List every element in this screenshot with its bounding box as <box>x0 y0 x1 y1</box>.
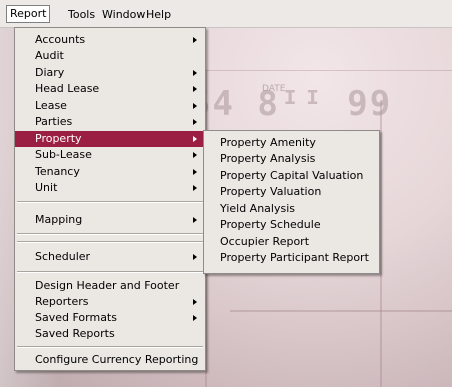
submenu-item-label: Property Amenity <box>220 136 316 149</box>
menu-item-label: Tenancy <box>35 165 80 178</box>
submenu-item-label: Property Schedule <box>220 218 321 231</box>
menu-window[interactable]: Window <box>100 7 147 23</box>
menu-report[interactable]: Report <box>6 5 51 23</box>
submenu-item-label: Property Valuation <box>220 185 322 198</box>
menu-separator <box>17 233 203 235</box>
background-digits: 54 8ᴵᴵ 99 <box>190 84 393 124</box>
background-line <box>205 70 452 71</box>
menu-item-label: Saved Formats <box>35 311 117 324</box>
menu-item-label: Lease <box>35 99 67 112</box>
menu-item-head-lease[interactable]: Head Lease <box>15 81 205 97</box>
menu-item-label: Saved Reports <box>35 327 115 340</box>
submenu-item-property-amenity[interactable]: Property Amenity <box>204 135 379 151</box>
menu-item-label: Configure Currency Reporting <box>35 353 199 366</box>
submenu-arrow-icon <box>193 86 197 92</box>
submenu-arrow-icon <box>193 136 197 142</box>
menu-item-label: Audit <box>35 49 64 62</box>
submenu-arrow-icon <box>193 103 197 109</box>
property-submenu: Property Amenity Property Analysis Prope… <box>203 130 380 274</box>
menu-separator <box>17 346 203 348</box>
menu-item-label: Diary <box>35 66 65 79</box>
submenu-arrow-icon <box>193 169 197 175</box>
menu-item-accounts[interactable]: Accounts <box>15 32 205 48</box>
menu-item-scheduler[interactable]: Scheduler <box>15 249 205 265</box>
menu-item-property[interactable]: Property <box>15 131 205 147</box>
submenu-item-label: Property Capital Valuation <box>220 169 364 182</box>
menu-item-label: Sub-Lease <box>35 148 92 161</box>
menu-item-label: Scheduler <box>35 250 91 263</box>
submenu-arrow-icon <box>193 299 197 305</box>
menu-item-parties[interactable]: Parties <box>15 114 205 130</box>
submenu-item-label: Property Participant Report <box>220 251 369 264</box>
report-menu: Accounts Audit Diary Head Lease Lease Pa… <box>14 27 206 371</box>
menu-item-unit[interactable]: Unit <box>15 180 205 196</box>
menu-separator <box>17 271 203 273</box>
submenu-arrow-icon <box>193 217 197 223</box>
submenu-item-label: Yield Analysis <box>220 202 296 215</box>
menu-item-audit[interactable]: Audit <box>15 48 205 64</box>
menu-separator <box>17 241 203 243</box>
submenu-item-occupier-report[interactable]: Occupier Report <box>204 234 379 250</box>
menu-item-label: Parties <box>35 115 73 128</box>
submenu-arrow-icon <box>193 254 197 260</box>
menu-item-configure-currency[interactable]: Configure Currency Reporting <box>15 352 205 368</box>
submenu-item-property-schedule[interactable]: Property Schedule <box>204 217 379 233</box>
background-date-label: DATE <box>262 84 286 94</box>
menu-bar: Report Tools Window Help <box>0 0 452 28</box>
submenu-item-label: Occupier Report <box>220 235 310 248</box>
menu-tools[interactable]: Tools <box>66 7 97 23</box>
submenu-item-yield-analysis[interactable]: Yield Analysis <box>204 201 379 217</box>
menu-separator <box>17 201 203 203</box>
menu-item-reporters[interactable]: Reporters <box>15 294 205 310</box>
menu-item-saved-formats[interactable]: Saved Formats <box>15 310 205 326</box>
menu-item-lease[interactable]: Lease <box>15 98 205 114</box>
menu-item-diary[interactable]: Diary <box>15 65 205 81</box>
menu-item-label: Design Header and Footer <box>35 279 180 292</box>
background-line <box>380 100 382 387</box>
menu-item-label: Accounts <box>35 33 86 46</box>
submenu-item-property-valuation[interactable]: Property Valuation <box>204 184 379 200</box>
menu-item-tenancy[interactable]: Tenancy <box>15 164 205 180</box>
menu-item-sub-lease[interactable]: Sub-Lease <box>15 147 205 163</box>
submenu-item-property-capital-valuation[interactable]: Property Capital Valuation <box>204 168 379 184</box>
menu-item-label: Mapping <box>35 213 83 226</box>
menu-item-label: Reporters <box>35 295 89 308</box>
submenu-item-property-analysis[interactable]: Property Analysis <box>204 151 379 167</box>
submenu-arrow-icon <box>193 185 197 191</box>
menu-item-label: Head Lease <box>35 82 100 95</box>
menu-item-saved-reports[interactable]: Saved Reports <box>15 326 205 342</box>
menu-item-design-header-footer[interactable]: Design Header and Footer <box>15 278 205 294</box>
submenu-arrow-icon <box>193 119 197 125</box>
menu-item-label: Property <box>35 132 82 145</box>
menu-help[interactable]: Help <box>144 7 173 23</box>
submenu-arrow-icon <box>193 315 197 321</box>
background-line <box>230 310 452 312</box>
menu-item-label: Unit <box>35 181 58 194</box>
submenu-arrow-icon <box>193 70 197 76</box>
submenu-item-property-participant-report[interactable]: Property Participant Report <box>204 250 379 266</box>
submenu-arrow-icon <box>193 152 197 158</box>
menu-item-mapping[interactable]: Mapping <box>15 212 205 228</box>
submenu-item-label: Property Analysis <box>220 152 316 165</box>
submenu-arrow-icon <box>193 37 197 43</box>
